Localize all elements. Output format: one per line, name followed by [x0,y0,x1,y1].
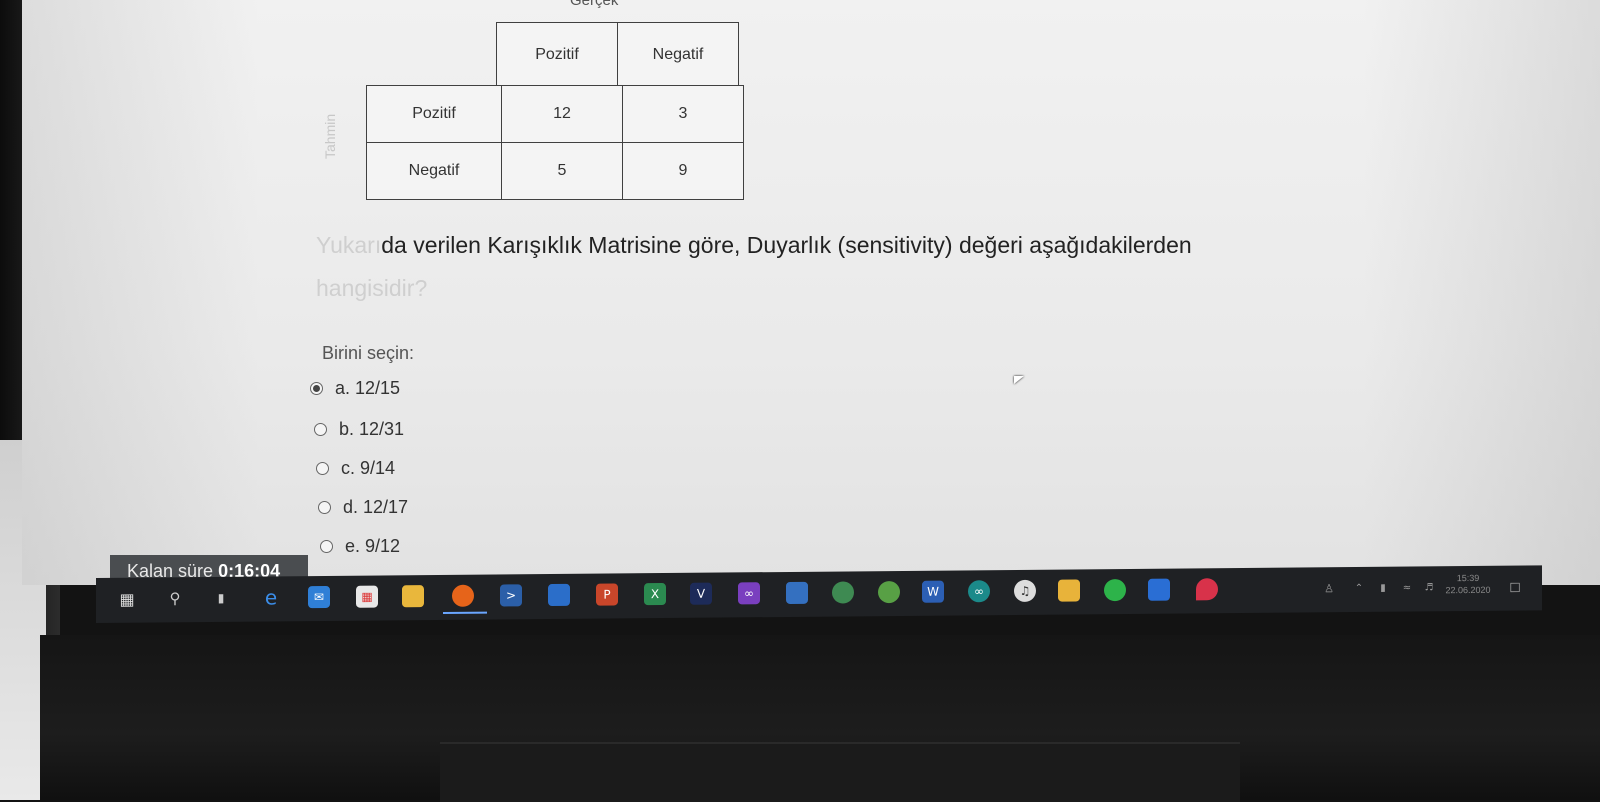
tray-clock[interactable]: 15:39 22.06.2020 [1438,572,1498,597]
screen: Gerçek Tahmin Pozitif Negatif Pozitif 12… [22,0,1600,585]
answer-option-a[interactable]: a. 12/15 [310,378,400,399]
matrix-row-group-label: Tahmin [322,113,338,159]
tray-date: 22.06.2020 [1445,584,1491,596]
monitor-icon[interactable] [548,583,570,607]
answer-prompt: Birini seçin: [322,343,415,363]
mouse-cursor-icon [1014,376,1024,384]
matrix-row: Pozitif 12 3 [366,85,744,143]
visual-basic-icon[interactable]: V [690,582,712,605]
matrix-row-header: Pozitif [366,85,502,143]
mail-icon[interactable]: ✉ [308,585,330,609]
anaconda-icon[interactable] [878,580,900,604]
matrix-column-group-label: Gerçek [570,0,619,9]
answer-option-label: b. 12/31 [339,419,405,439]
edge-icon[interactable]: e [260,585,282,609]
answer-option-label: c. 9/14 [341,458,396,478]
answer-option-e[interactable]: e. 9/12 [320,536,400,557]
task-view-icon[interactable]: ▮ [210,587,232,609]
app-icon[interactable] [1148,578,1170,601]
wifi-icon[interactable]: ≈ [1396,576,1418,598]
matrix-column-header: Negatif [617,22,739,88]
answer-option-label: e. 9/12 [345,536,401,556]
answer-option-d[interactable]: d. 12/17 [318,497,408,518]
powershell-icon[interactable]: > [500,584,522,607]
search-icon[interactable]: ⚲ [164,587,186,609]
volume-icon[interactable]: ♬ [1418,576,1440,598]
laptop-keyboard-edge [440,742,1240,802]
visual-studio-icon[interactable]: ∞ [738,582,760,605]
question-text-main: da verilen Karışıklık Matrisine göre, Du… [381,232,1192,258]
android-studio-icon[interactable] [832,581,854,604]
radio-button[interactable] [314,423,327,436]
confusion-matrix: Pozitif 12 3 Negatif 5 9 [366,85,744,200]
radio-button[interactable] [318,501,331,514]
answer-option-label: a. 12/15 [335,378,401,398]
matrix-row-header: Negatif [366,142,502,200]
tray-time: 15:39 [1456,572,1480,584]
firefox-icon[interactable] [452,584,474,607]
radio-button[interactable] [310,382,323,395]
windows-start-icon[interactable]: ▦ [116,588,138,610]
powerpoint-icon[interactable]: P [596,583,618,606]
matrix-cell: 3 [622,85,744,143]
notification-icon[interactable]: □ [1504,576,1526,598]
file-explorer-icon[interactable] [402,585,424,608]
answer-option-c[interactable]: c. 9/14 [316,458,395,479]
question-text: Yukarıda verilen Karışıklık Matrisine gö… [316,224,1316,310]
itunes-icon[interactable]: ♫ [1014,579,1036,602]
battery-icon[interactable]: ▮ [1372,577,1394,599]
matrix-column-header: Pozitif [496,22,618,88]
matrix-cell: 5 [501,142,623,200]
whatsapp-icon[interactable] [1104,579,1126,602]
question-text-faded: Yukarı [316,232,382,258]
question-text-faded: hangisidir? [316,275,428,301]
matrix-row: Negatif 5 9 [366,142,744,200]
drop-icon[interactable] [1196,578,1218,601]
word-icon[interactable]: W [922,580,944,603]
radio-button[interactable] [316,462,329,475]
radio-button[interactable] [320,540,333,553]
matrix-cell: 9 [622,142,744,200]
chevron-up-icon[interactable]: ⌃ [1348,577,1370,599]
store-icon[interactable]: ▦ [356,585,378,608]
active-app-indicator [443,611,487,614]
confusion-matrix-header: Pozitif Negatif [496,22,739,88]
arduino-icon[interactable]: ∞ [968,580,990,603]
paint-icon[interactable] [1058,579,1080,602]
virtualbox-icon[interactable] [786,581,808,604]
matrix-cell: 12 [501,85,623,143]
answer-option-b[interactable]: b. 12/31 [314,419,404,440]
excel-icon[interactable]: X [644,583,666,606]
answer-option-label: d. 12/17 [343,497,409,517]
people-icon[interactable]: ♙ [1318,577,1340,599]
